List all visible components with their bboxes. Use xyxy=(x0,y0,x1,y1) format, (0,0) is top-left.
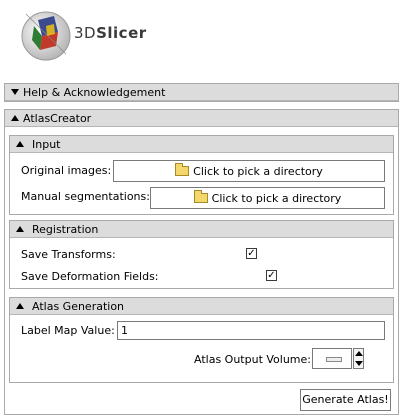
expand-arrow-icon[interactable] xyxy=(16,226,24,232)
input-section-header[interactable]: Input xyxy=(10,136,393,153)
registration-section-title: Registration xyxy=(32,223,99,236)
expand-arrow-icon[interactable] xyxy=(16,303,24,309)
atlas-creator-header[interactable]: AtlasCreator xyxy=(5,110,398,127)
save-transforms-label: Save Transforms: xyxy=(21,248,116,261)
label-map-value-label: Label Map Value: xyxy=(21,324,115,337)
atlas-output-volume-label: Atlas Output Volume: xyxy=(194,353,311,366)
save-deformation-checkbox[interactable]: ✓ xyxy=(266,270,277,281)
manual-segmentations-directory-button[interactable]: Click to pick a directory xyxy=(150,187,385,209)
input-section-title: Input xyxy=(32,138,61,151)
folder-icon xyxy=(175,163,190,176)
registration-section-header[interactable]: Registration xyxy=(10,221,393,238)
atlas-output-volume-spinner[interactable] xyxy=(353,348,364,369)
brand-prefix: 3D xyxy=(74,24,97,42)
save-transforms-checkbox[interactable]: ✓ xyxy=(246,248,257,259)
manual-segmentations-label: Manual segmentations: xyxy=(21,190,150,203)
manual-segmentations-button-label: Click to pick a directory xyxy=(211,191,342,205)
volume-slot-icon xyxy=(326,357,342,362)
spin-down-icon[interactable] xyxy=(355,361,363,366)
slicer-logo-icon xyxy=(21,11,71,61)
atlas-generation-section: Atlas Generation xyxy=(9,297,394,383)
app-brand: 3DSlicer xyxy=(74,24,147,42)
help-panel: Help & Acknowledgement xyxy=(4,83,399,102)
expand-arrow-icon[interactable] xyxy=(16,141,24,147)
generate-atlas-button[interactable]: Generate Atlas! xyxy=(300,389,391,411)
atlas-generation-section-title: Atlas Generation xyxy=(32,300,125,313)
help-panel-title: Help & Acknowledgement xyxy=(23,86,166,99)
atlas-creator-title: AtlasCreator xyxy=(23,112,92,125)
original-images-directory-button[interactable]: Click to pick a directory xyxy=(113,160,385,182)
folder-icon xyxy=(193,190,208,203)
help-panel-header[interactable]: Help & Acknowledgement xyxy=(5,84,398,101)
original-images-label: Original images: xyxy=(21,164,112,177)
collapse-arrow-icon[interactable] xyxy=(11,89,19,95)
atlas-generation-section-header[interactable]: Atlas Generation xyxy=(10,298,393,315)
expand-arrow-icon[interactable] xyxy=(11,115,19,121)
spin-up-icon[interactable] xyxy=(355,351,363,356)
original-images-button-label: Click to pick a directory xyxy=(193,164,323,178)
label-map-value-input[interactable]: 1 xyxy=(117,321,385,340)
save-deformation-label: Save Deformation Fields: xyxy=(21,270,159,283)
brand-name: Slicer xyxy=(96,24,147,42)
atlas-output-volume-selector[interactable] xyxy=(312,348,352,369)
